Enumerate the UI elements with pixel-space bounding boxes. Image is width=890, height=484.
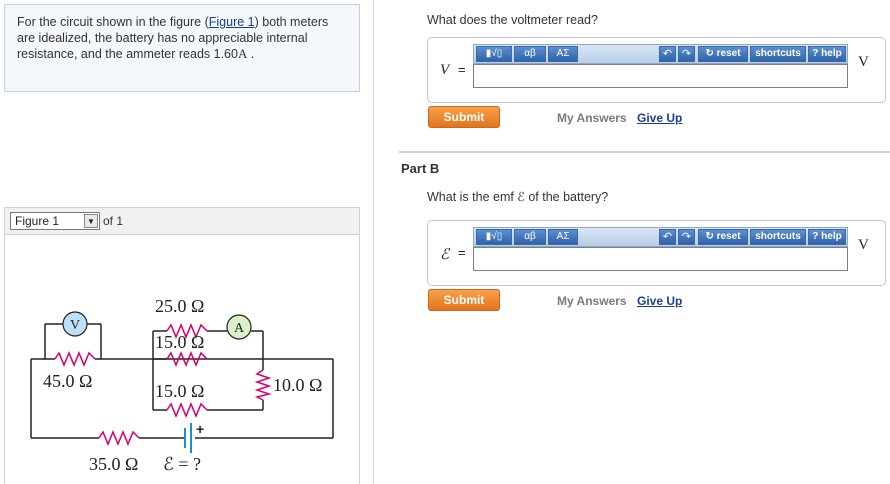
- label-emf: ℰ = ?: [163, 454, 201, 474]
- templates-button[interactable]: ▮√▯: [476, 46, 512, 62]
- part-a-variable: V: [440, 62, 450, 78]
- help-button[interactable]: ? help: [808, 229, 846, 245]
- equation-toolbar: ▮√▯ αβ ΑΣ ↶ ↷ ↻ reset shortcuts ? help: [473, 227, 848, 247]
- label-15-ohm-bottom: 15.0 Ω: [155, 381, 204, 401]
- battery-plus: +: [196, 421, 204, 437]
- left-panel: For the circuit shown in the figure (Fig…: [0, 0, 374, 484]
- battery-symbol: [184, 423, 192, 453]
- help-label: help: [821, 48, 842, 59]
- help-label: help: [821, 231, 842, 242]
- part-a-answer-box: V = ▮√▯ αβ ΑΣ ↶ ↷ ↻ reset shortcuts ? he…: [427, 37, 886, 103]
- label-25-ohm: 25.0 Ω: [155, 296, 204, 316]
- redo-icon[interactable]: ↷: [678, 229, 695, 245]
- undo-icon[interactable]: ↶: [659, 46, 676, 62]
- problem-text: For the circuit shown in the figure (: [17, 15, 209, 29]
- part-a-unit: V: [858, 54, 869, 70]
- part-b-question: What is the emf ℰ of the battery?: [427, 190, 609, 204]
- circuit-diagram: V A 25.0 Ω 15.0 Ω 45.0 Ω 15.0 Ω 10.0 Ω 3…: [30, 296, 334, 474]
- part-b-variable: ℰ: [440, 247, 450, 263]
- figure-select[interactable]: Figure 1 ▼: [10, 212, 100, 230]
- problem-tail: .: [247, 47, 255, 61]
- figure-select-value: Figure 1: [15, 214, 60, 228]
- templates-button[interactable]: ▮√▯: [476, 229, 512, 245]
- part-b-submit-button[interactable]: Submit: [428, 289, 500, 311]
- undo-icon[interactable]: ↶: [659, 229, 676, 245]
- current-unit: A: [237, 46, 248, 61]
- part-a-answer-input[interactable]: [473, 64, 848, 88]
- label-10-ohm: 10.0 Ω: [273, 375, 322, 395]
- equation-toolbar: ▮√▯ αβ ΑΣ ↶ ↷ ↻ reset shortcuts ? help: [473, 44, 848, 64]
- resistor-10-ohm: [254, 369, 272, 401]
- symbols-button[interactable]: ΑΣ: [548, 46, 578, 62]
- figure-navigation: Figure 1 ▼ of 1: [4, 207, 360, 235]
- figure-count: of 1: [103, 214, 124, 228]
- label-35-ohm: 35.0 Ω: [89, 454, 138, 474]
- shortcuts-button[interactable]: shortcuts: [750, 46, 806, 62]
- part-b-unit: V: [858, 237, 869, 253]
- reset-button[interactable]: ↻ reset: [698, 46, 748, 62]
- problem-statement: For the circuit shown in the figure (Fig…: [4, 4, 360, 92]
- voltmeter-label: V: [70, 318, 80, 333]
- part-a-equals: =: [458, 62, 466, 77]
- section-divider: [399, 151, 890, 153]
- reset-button[interactable]: ↻ reset: [698, 229, 748, 245]
- reset-icon: ↻: [705, 48, 714, 59]
- redo-icon[interactable]: ↷: [678, 46, 695, 62]
- part-b-answer-input[interactable]: [473, 247, 848, 271]
- greek-button[interactable]: αβ: [514, 46, 546, 62]
- ammeter-label: A: [234, 321, 245, 336]
- part-b-give-up-link[interactable]: Give Up: [637, 294, 682, 308]
- part-a-my-answers: My Answers: [557, 111, 627, 125]
- reset-label: reset: [716, 231, 741, 242]
- chevron-down-icon[interactable]: ▼: [84, 214, 98, 228]
- help-icon: ?: [812, 231, 819, 242]
- part-a-question: What does the voltmeter read?: [427, 13, 598, 27]
- part-b-equals: =: [458, 245, 466, 260]
- symbols-button[interactable]: ΑΣ: [548, 229, 578, 245]
- reset-label: reset: [716, 48, 741, 59]
- help-button[interactable]: ? help: [808, 46, 846, 62]
- shortcuts-button[interactable]: shortcuts: [750, 229, 806, 245]
- resistor-15-ohm-bottom: [166, 402, 208, 418]
- part-b-my-answers: My Answers: [557, 294, 627, 308]
- part-b-title: Part B: [401, 161, 440, 176]
- reset-icon: ↻: [705, 231, 714, 242]
- greek-button[interactable]: αβ: [514, 229, 546, 245]
- resistor-35-ohm: [98, 430, 140, 446]
- part-a-give-up-link[interactable]: Give Up: [637, 111, 682, 125]
- label-45-ohm: 45.0 Ω: [43, 371, 92, 391]
- resistor-45-ohm: [54, 351, 96, 367]
- help-icon: ?: [812, 48, 819, 59]
- part-b-answer-box: ℰ = ▮√▯ αβ ΑΣ ↶ ↷ ↻ reset shortcuts ? he…: [427, 220, 886, 286]
- figure-link[interactable]: Figure 1: [209, 15, 255, 29]
- part-a-submit-button[interactable]: Submit: [428, 106, 500, 128]
- figure-area: V A 25.0 Ω 15.0 Ω 45.0 Ω 15.0 Ω 10.0 Ω 3…: [4, 235, 360, 484]
- label-15-ohm-top: 15.0 Ω: [155, 332, 204, 352]
